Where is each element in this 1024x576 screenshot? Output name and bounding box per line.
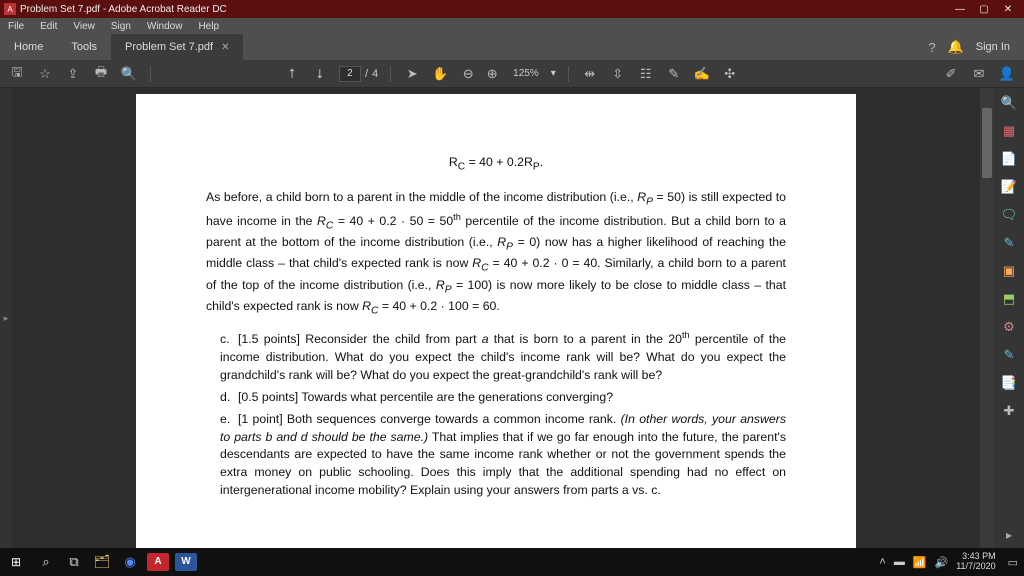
- menu-help[interactable]: Help: [190, 21, 227, 32]
- tab-close-icon[interactable]: ✕: [221, 42, 229, 53]
- edit-sign-icon[interactable]: ✐: [942, 66, 960, 82]
- tray-overflow-icon[interactable]: ˄: [879, 556, 885, 568]
- sign-in-button[interactable]: Sign In: [976, 41, 1010, 53]
- page-sep: /: [365, 68, 368, 80]
- print-icon[interactable]: 🖶: [92, 63, 110, 85]
- window-titlebar: A Problem Set 7.pdf - Adobe Acrobat Read…: [0, 0, 1024, 18]
- taskbar-search-icon[interactable]: ⌕: [32, 554, 60, 570]
- tool-comment-icon[interactable]: 🗨: [1000, 206, 1018, 224]
- tab-bar: Home Tools Problem Set 7.pdf ✕ ? 🔔 Sign …: [0, 34, 1024, 60]
- close-button[interactable]: ✕: [996, 4, 1020, 15]
- sign-icon[interactable]: ✍: [693, 66, 711, 82]
- fit-width-icon[interactable]: ⇹: [581, 66, 599, 82]
- taskbar-taskview-icon[interactable]: ⧉: [60, 554, 88, 570]
- tab-document-label: Problem Set 7.pdf: [125, 41, 213, 53]
- list-item-e: e.[1 point] Both sequences converge towa…: [220, 411, 786, 500]
- tool-redact-icon[interactable]: ✎: [1000, 346, 1018, 364]
- upload-icon[interactable]: ⇪: [64, 66, 82, 82]
- left-panel-toggle[interactable]: ▸: [0, 88, 12, 548]
- zoom-value[interactable]: 125%: [507, 67, 545, 80]
- taskbar-acrobat-icon[interactable]: A: [147, 553, 169, 571]
- tray-volume-icon[interactable]: 🔊: [935, 556, 949, 569]
- menu-edit[interactable]: Edit: [32, 21, 65, 32]
- minimize-button[interactable]: —: [948, 4, 972, 15]
- scrollbar[interactable]: [980, 88, 994, 548]
- tool-organize-icon[interactable]: ▣: [1000, 262, 1018, 280]
- tray-date: 11/7/2020: [956, 562, 995, 572]
- tool-export-icon[interactable]: ▦: [1000, 122, 1018, 140]
- tab-tools[interactable]: Tools: [57, 34, 111, 60]
- bell-icon[interactable]: 🔔: [948, 39, 964, 55]
- tray-battery-icon[interactable]: ▬: [894, 556, 905, 568]
- tool-protect-icon[interactable]: ⬒: [1000, 290, 1018, 308]
- list-item-d: d.[0.5 points] Towards what percentile a…: [220, 389, 786, 407]
- taskbar-word-icon[interactable]: W: [175, 553, 197, 571]
- app-icon: A: [4, 3, 16, 15]
- read-mode-icon[interactable]: ☷: [637, 66, 655, 82]
- tool-more-icon[interactable]: 📑: [1000, 374, 1018, 392]
- scroll-thumb[interactable]: [982, 108, 992, 178]
- select-tool-icon[interactable]: ➤: [403, 66, 421, 82]
- zoom-out-icon[interactable]: ⊖: [459, 66, 477, 82]
- equation: RC = 40 + 0.2RP.: [206, 154, 786, 175]
- mail-icon[interactable]: ✉: [970, 66, 988, 82]
- tool-create-icon[interactable]: 📄: [1000, 150, 1018, 168]
- taskbar: ⊞ ⌕ ⧉ 🗂 ◉ A W ˄ ▬ 📶 🔊 3:43 PM 11/7/2020 …: [0, 548, 1024, 576]
- zoom-caret-icon[interactable]: ▾: [551, 68, 556, 79]
- start-button[interactable]: ⊞: [0, 555, 32, 569]
- expand-panel-icon[interactable]: ▸: [1006, 528, 1012, 542]
- share-icon[interactable]: 👤: [998, 66, 1016, 82]
- separator: [390, 66, 391, 82]
- workspace: ▸ RC = 40 + 0.2RP. As before, a child bo…: [0, 88, 1024, 548]
- tray-wifi-icon[interactable]: 📶: [913, 556, 927, 569]
- tab-home[interactable]: Home: [0, 34, 57, 60]
- save-icon[interactable]: 🖫: [8, 63, 26, 85]
- tray-action-center-icon[interactable]: ▭: [1008, 556, 1018, 569]
- separator: [150, 66, 151, 82]
- tool-add-icon[interactable]: ✚: [1000, 402, 1018, 420]
- document-viewport[interactable]: RC = 40 + 0.2RP. As before, a child born…: [12, 88, 980, 548]
- annotate-icon[interactable]: ✎: [665, 66, 683, 82]
- list-item-c: c.[1.5 points] Reconsider the child from…: [220, 329, 786, 385]
- star-icon[interactable]: ☆: [36, 66, 54, 82]
- page-up-icon[interactable]: ⭡: [283, 66, 301, 82]
- taskbar-explorer-icon[interactable]: 🗂: [88, 554, 116, 570]
- toolbar: 🖫 ☆ ⇪ 🖶 🔍 ⭡ ⭣ / 4 ➤ ✋ ⊖ ⊕ 125% ▾ ⇹ ⇳ ☷ ✎…: [0, 60, 1024, 88]
- page-indicator: / 4: [339, 66, 378, 82]
- menu-window[interactable]: Window: [139, 21, 191, 32]
- right-tools-panel: 🔍 ▦ 📄 📝 🗨 ✎ ▣ ⬒ ⚙ ✎ 📑 ✚ ▸: [994, 88, 1024, 548]
- paragraph-1: As before, a child born to a parent in t…: [206, 189, 786, 319]
- separator: [568, 66, 569, 82]
- zoom-in-icon[interactable]: ⊕: [483, 66, 501, 82]
- help-icon[interactable]: ?: [928, 40, 935, 55]
- tab-document[interactable]: Problem Set 7.pdf ✕: [111, 34, 243, 60]
- menu-sign[interactable]: Sign: [103, 21, 139, 32]
- taskbar-chrome-icon[interactable]: ◉: [116, 554, 144, 570]
- system-tray: ˄ ▬ 📶 🔊 3:43 PM 11/7/2020 ▭: [879, 552, 1024, 572]
- tool-compress-icon[interactable]: ⚙: [1000, 318, 1018, 336]
- page-down-icon[interactable]: ⭣: [311, 66, 329, 82]
- search-icon[interactable]: 🔍: [120, 66, 138, 82]
- tray-clock[interactable]: 3:43 PM 11/7/2020: [956, 552, 999, 572]
- hand-tool-icon[interactable]: ✋: [431, 66, 449, 82]
- menu-file[interactable]: File: [0, 21, 32, 32]
- page-total: 4: [372, 68, 378, 80]
- fit-page-icon[interactable]: ⇳: [609, 66, 627, 82]
- tool-fill-sign-icon[interactable]: ✎: [1000, 234, 1018, 252]
- tool-search-icon[interactable]: 🔍: [1000, 94, 1018, 112]
- page-current-input[interactable]: [339, 66, 361, 82]
- menu-bar: File Edit View Sign Window Help: [0, 18, 1024, 34]
- tool-edit-icon[interactable]: 📝: [1000, 178, 1018, 196]
- stamp-icon[interactable]: ✣: [721, 66, 739, 82]
- document-page: RC = 40 + 0.2RP. As before, a child born…: [136, 94, 856, 548]
- maximize-button[interactable]: ▢: [972, 4, 996, 15]
- window-title: Problem Set 7.pdf - Adobe Acrobat Reader…: [20, 4, 227, 15]
- menu-view[interactable]: View: [65, 21, 103, 32]
